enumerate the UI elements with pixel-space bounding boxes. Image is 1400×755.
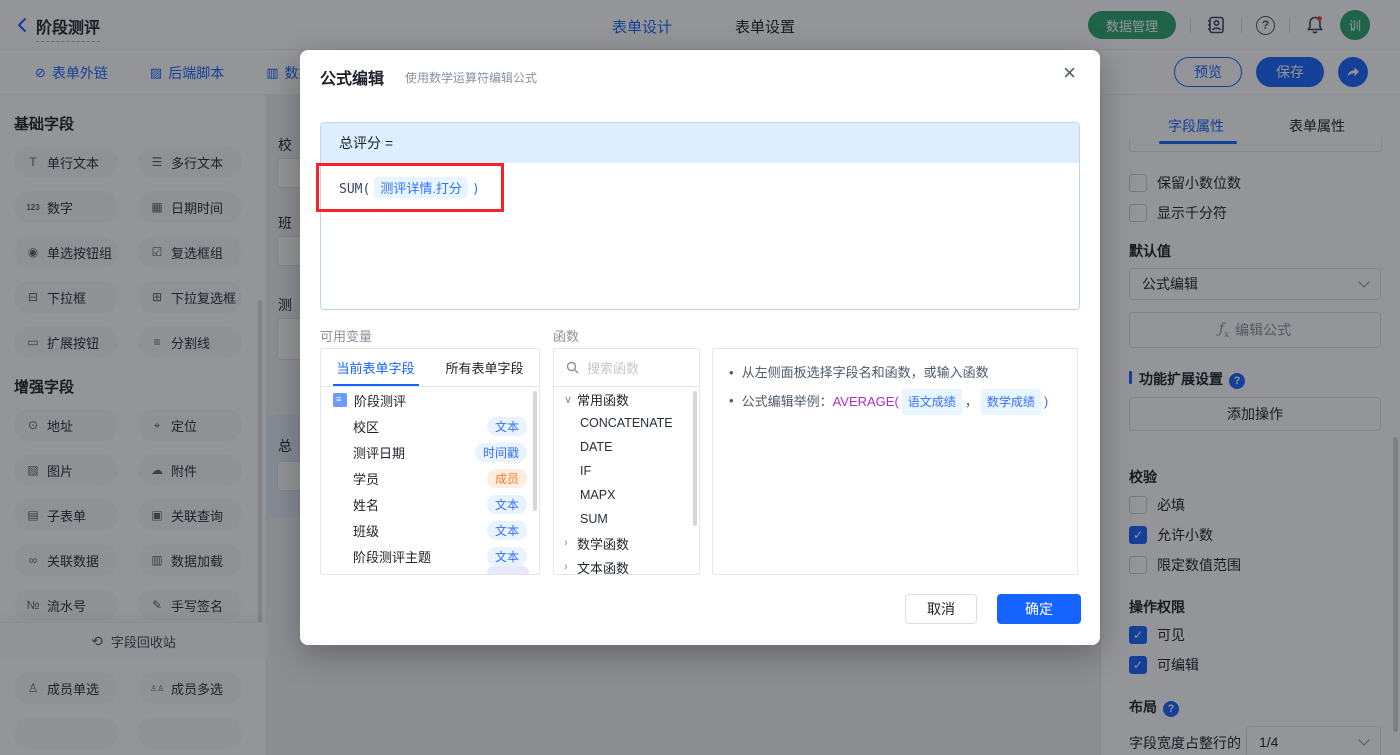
formula-editor-dialog: 公式编辑 使用数学运算符编辑公式 × 总评分 = SUM( 测评详情.打分) 可用… [300,50,1100,645]
variable-row[interactable]: 测评日期时间戳 [321,439,539,465]
app-window: 阶段测评 表单设计 表单设置 数据管理 ? [0,0,1400,755]
chevron-collapsed-icon: › [564,537,577,549]
cancel-button[interactable]: 取消 [905,594,977,624]
function-item-date[interactable]: DATE [554,435,699,459]
variables-scrollbar[interactable] [533,391,537,511]
type-badge: 文本 [487,521,527,540]
chevron-collapsed-icon: › [564,561,577,573]
function-group-math[interactable]: ›数学函数 [554,531,699,555]
type-badge: 时间戳 [475,443,527,462]
variable-row[interactable]: 班级文本 [321,517,539,543]
form-doc-icon [333,393,347,407]
function-item-mapx[interactable]: MAPX [554,483,699,507]
function-search-input[interactable]: 搜索函数 [554,349,699,387]
variable-row[interactable]: 校区文本 [321,413,539,439]
example-token: 语文成绩 [902,389,962,415]
function-group-text[interactable]: ›文本函数 [554,555,699,575]
formula-close-paren: ) [472,182,480,197]
search-icon [566,361,579,374]
dialog-subtitle: 使用数学运算符编辑公式 [405,69,537,86]
help-tip-1: • 从左侧面板选择字段名和函数，或输入函数 [729,361,1061,385]
variables-label: 可用变量 [320,326,372,345]
type-badge: 文本 [487,495,527,514]
bullet-icon: • [729,389,734,415]
variable-tree-root[interactable]: 阶段测评 [321,387,539,413]
example-function-name: AVERAGE( [833,394,899,409]
functions-panel: 搜索函数 ∨常用函数 CONCATENATE DATE IF MAPX SUM … [553,348,700,575]
help-panel: • 从左侧面板选择字段名和函数，或输入函数 • 公式编辑举例：AVERAGE(语… [712,348,1078,575]
variable-row[interactable]: 学员成员 [321,465,539,491]
example-token: 数学成绩 [981,389,1041,415]
chevron-expanded-icon: ∨ [564,393,577,406]
variable-row[interactable]: 姓名文本 [321,491,539,517]
formula-target: 总评分 = [321,123,1079,163]
functions-scrollbar[interactable] [693,391,697,526]
function-item-if[interactable]: IF [554,459,699,483]
confirm-button[interactable]: 确定 [997,594,1081,624]
type-badge: 成员 [487,469,527,488]
dialog-title: 公式编辑 [320,65,384,89]
variables-panel: 当前表单字段 所有表单字段 阶段测评 校区文本 测评日期时间戳 学员成员 姓名文… [320,348,540,575]
formula-editor[interactable]: 总评分 = SUM( 测评详情.打分) [320,122,1080,310]
type-badge: 文本 [487,547,527,566]
formula-expression[interactable]: SUM( 测评详情.打分) [321,163,1079,212]
bullet-icon: • [729,361,734,385]
type-badge-partial [487,566,529,575]
close-icon[interactable]: × [1063,62,1076,84]
functions-label: 函数 [553,326,579,345]
formula-function-name: SUM( [339,182,370,197]
tab-current-form-fields[interactable]: 当前表单字段 [321,349,430,386]
help-tip-2: • 公式编辑举例：AVERAGE(语文成绩，数学成绩) [729,389,1061,415]
tree-root-label: 阶段测评 [354,391,406,410]
type-badge: 文本 [487,417,527,436]
tab-all-form-fields[interactable]: 所有表单字段 [430,349,539,386]
function-item-concatenate[interactable]: CONCATENATE [554,411,699,435]
variables-tabs: 当前表单字段 所有表单字段 [321,349,539,387]
function-group-common[interactable]: ∨常用函数 [554,387,699,411]
formula-field-token[interactable]: 测评详情.打分 [374,177,468,198]
function-item-sum[interactable]: SUM [554,507,699,531]
search-placeholder: 搜索函数 [587,358,639,377]
